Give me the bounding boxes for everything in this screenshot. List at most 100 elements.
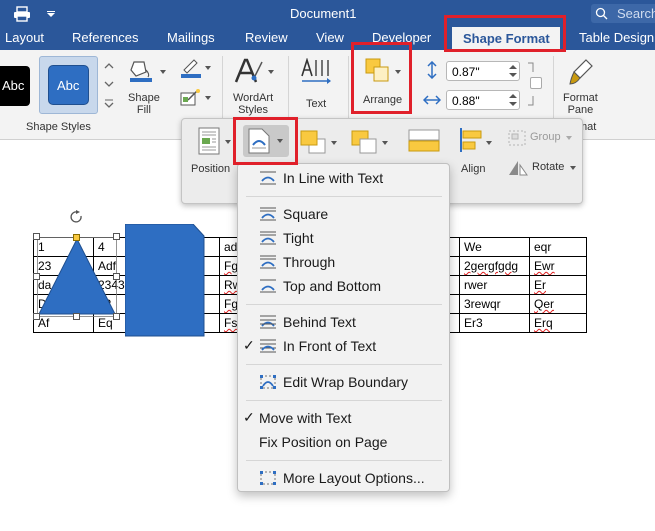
menu-item-behind-text[interactable]: Behind Text	[238, 311, 449, 333]
menu-item-label: In Front of Text	[283, 338, 377, 354]
table-cell[interactable]: eqr	[529, 237, 587, 257]
dropdown-arrow-icon[interactable]	[205, 66, 211, 70]
resize-handle[interactable]	[73, 313, 80, 320]
shape-styles-gallery-scroll[interactable]	[103, 58, 115, 112]
tab-review[interactable]: Review	[245, 30, 288, 45]
wrap-text-button[interactable]	[243, 125, 289, 157]
table-cell[interactable]: rwer	[459, 275, 530, 295]
menu-item-label: Top and Bottom	[283, 278, 382, 294]
selection-pane-button[interactable]	[406, 127, 442, 157]
menu-item-top-and-bottom[interactable]: Top and Bottom	[238, 275, 449, 297]
blue-rectangle-shape[interactable]	[125, 224, 205, 337]
tab-shape-format[interactable]: Shape Format	[452, 27, 560, 50]
search-box[interactable]: Search	[591, 4, 655, 23]
table-cell[interactable]: 2gergfgdg	[459, 256, 530, 276]
checkmark-icon: ✓	[243, 409, 255, 425]
table-cell[interactable]: 3rewqr	[459, 294, 530, 314]
rotate-handle-icon[interactable]	[70, 210, 84, 226]
menu-item-through[interactable]: Through	[238, 251, 449, 273]
menu-item-label: Through	[283, 254, 336, 270]
cell-text: We	[464, 240, 482, 254]
bring-forward-button[interactable]	[297, 127, 341, 157]
table-cell[interactable]: Ewr	[529, 256, 587, 276]
send-backward-button[interactable]	[348, 127, 392, 157]
shape-style-preview-blue: Abc	[48, 65, 89, 105]
table-cell[interactable]: Er	[529, 275, 587, 295]
table-cell[interactable]: We	[459, 237, 530, 257]
selection-pane-icon	[408, 129, 440, 152]
tab-references[interactable]: References	[72, 30, 138, 45]
chevron-up-icon	[104, 63, 114, 69]
dropdown-arrow-icon	[160, 70, 166, 74]
wrap-through-icon	[260, 255, 276, 269]
cell-text: Er	[534, 278, 546, 292]
menu-item-label: Move with Text	[259, 410, 352, 426]
dropdown-arrow-icon	[566, 136, 572, 140]
menu-item-in-front-of-text[interactable]: ✓ In Front of Text	[238, 335, 449, 357]
resize-handle[interactable]	[33, 233, 40, 240]
menu-item-more-layout-options[interactable]: More Layout Options...	[238, 467, 449, 489]
tab-view[interactable]: View	[316, 30, 344, 45]
rotate-icon	[509, 161, 528, 176]
align-button[interactable]: Align	[454, 125, 494, 179]
wrap-text-icon	[248, 128, 270, 154]
wrap-top-bottom-icon	[260, 279, 276, 293]
menu-item-in-line-with-text[interactable]: In Line with Text	[238, 167, 449, 189]
cell-text: Qer	[534, 297, 555, 311]
menu-item-move-with-text[interactable]: ✓ Move with Text	[238, 407, 449, 429]
text-button[interactable]: Text	[296, 56, 342, 118]
arrange-label: Arrange	[363, 94, 403, 106]
tab-table-design[interactable]: Table Design	[579, 30, 654, 45]
customize-toolbar-dropdown-icon[interactable]	[47, 11, 55, 17]
menu-item-edit-wrap-boundary[interactable]: Edit Wrap Boundary	[238, 371, 449, 393]
shape-effects-icon[interactable]	[180, 88, 202, 108]
shape-fill-button[interactable]: Shape Fill	[122, 56, 172, 118]
print-icon[interactable]	[13, 6, 31, 22]
text-direction-icon	[301, 58, 331, 84]
resize-handle[interactable]	[33, 313, 40, 320]
table-cell[interactable]: Qer	[529, 294, 587, 314]
menu-item-tight[interactable]: Tight	[238, 227, 449, 249]
menu-item-fix-position-on-page[interactable]: Fix Position on Page	[238, 431, 449, 453]
wordart-a-icon	[234, 58, 263, 83]
table-cell[interactable]: Er3	[459, 313, 530, 333]
table-cell[interactable]: Erq	[529, 313, 587, 333]
text-label: Text	[306, 98, 327, 110]
stepper-arrows-icon[interactable]	[509, 64, 517, 78]
group-button[interactable]: Group	[506, 129, 576, 147]
position-button[interactable]: Position	[188, 125, 234, 179]
menu-separator	[246, 304, 442, 305]
cell-text: ad	[224, 240, 238, 254]
menu-separator	[246, 196, 442, 197]
stepper-arrows-icon[interactable]	[509, 93, 517, 107]
shape-width-field[interactable]: 0.88"	[446, 90, 520, 110]
tab-mailings[interactable]: Mailings	[167, 30, 215, 45]
selected-triangle-shape[interactable]	[33, 210, 120, 320]
wordart-styles-button[interactable]: WordArt Styles	[230, 56, 282, 118]
shape-outline-icon[interactable]	[180, 58, 202, 78]
tab-layout[interactable]: Layout	[5, 30, 44, 45]
dropdown-arrow-icon	[382, 141, 388, 145]
checkmark-icon: ✓	[243, 337, 255, 353]
resize-handle[interactable]	[33, 273, 40, 280]
arrange-button[interactable]: Arrange	[357, 54, 407, 114]
format-pane-button[interactable]: Format Pane	[560, 56, 602, 118]
shape-style-preview-blue-selected[interactable]: Abc	[39, 56, 98, 114]
resize-handle[interactable]	[113, 233, 120, 240]
group-divider	[288, 56, 289, 126]
resize-handle[interactable]	[113, 273, 120, 280]
send-backward-icon	[351, 130, 377, 154]
dropdown-arrow-icon	[395, 70, 401, 74]
yellow-adjust-handle[interactable]	[73, 234, 80, 241]
rotate-button[interactable]: Rotate	[506, 159, 578, 177]
tab-developer[interactable]: Developer	[372, 30, 431, 45]
dropdown-arrow-icon	[486, 141, 492, 145]
rotate-label: Rotate	[532, 161, 565, 173]
dropdown-arrow-icon[interactable]	[205, 96, 211, 100]
cell-text: 3rewqr	[464, 297, 501, 311]
shape-style-preview-black[interactable]: Abc	[0, 66, 30, 106]
shape-height-field[interactable]: 0.87"	[446, 61, 520, 81]
resize-handle[interactable]	[113, 313, 120, 320]
menu-item-square[interactable]: Square	[238, 203, 449, 225]
wrap-tight-icon	[260, 231, 276, 245]
